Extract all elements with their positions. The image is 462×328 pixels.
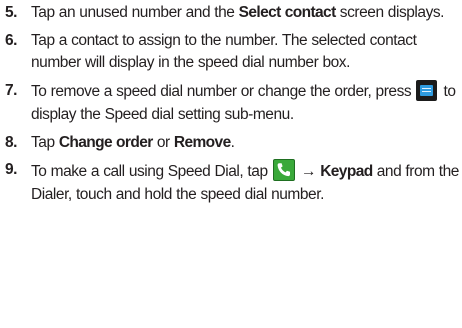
step-number: 9. — [5, 161, 18, 179]
step-text: Tap an unused number and the Select cont… — [31, 4, 445, 21]
step-number: 8. — [5, 133, 18, 151]
phone-icon — [272, 159, 295, 182]
list-item: 6. Tap a contact to assign to the number… — [0, 30, 462, 75]
step-text: To remove a speed dial number or change … — [31, 80, 456, 123]
instruction-list: 5. Tap an unused number and the Select c… — [0, 2, 462, 206]
step-number: 7. — [5, 82, 18, 100]
keypad-label: Keypad — [320, 163, 373, 181]
arrow-icon: → — [300, 163, 317, 181]
list-item: 8. Tap Change order or Remove. — [0, 132, 462, 154]
step-text: To make a call using Speed Dial, tap → K… — [31, 159, 459, 203]
change-order-label: Change order — [58, 133, 153, 151]
select-contact-label: Select contact — [238, 4, 337, 21]
step-number: 6. — [5, 31, 18, 49]
step-number: 5. — [5, 4, 18, 21]
step-text: Tap a contact to assign to the number. T… — [31, 31, 417, 72]
list-item: 5. Tap an unused number and the Select c… — [0, 2, 462, 24]
remove-label: Remove — [173, 133, 231, 151]
list-item: 9. To make a call using Speed Dial, tap … — [0, 159, 462, 206]
list-item: 7. To remove a speed dial number or chan… — [0, 80, 462, 126]
step-text: Tap Change order or Remove. — [31, 133, 235, 151]
menu-icon — [416, 80, 438, 102]
